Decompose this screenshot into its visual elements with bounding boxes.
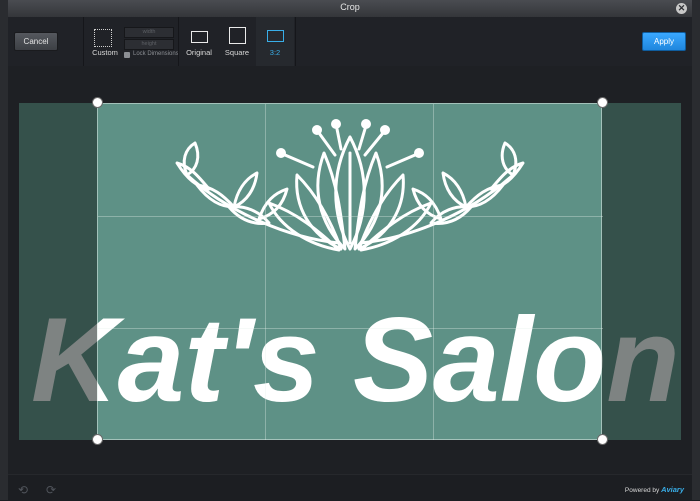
crop-mask-left: [19, 103, 97, 440]
square-ratio-icon: [229, 27, 246, 44]
grid-line-v2: [433, 104, 434, 440]
crop-canvas: Kat's Salon: [8, 66, 692, 474]
lock-dimensions-label: Lock Dimensions: [133, 51, 179, 57]
tool-square[interactable]: Square: [218, 17, 256, 66]
crop-toolbar: Cancel Custom width height Lock Dimensio…: [8, 17, 692, 67]
close-icon[interactable]: ✕: [676, 3, 687, 14]
tool-ratio-label: 3:2: [269, 48, 281, 57]
brand-logo: Aviary: [661, 485, 684, 494]
title-bar: Crop ✕: [8, 0, 692, 18]
crop-selection[interactable]: [97, 103, 603, 440]
grid-line-v1: [265, 104, 266, 440]
crop-handle-bottom-right[interactable]: [597, 434, 608, 445]
crop-handle-bottom-left[interactable]: [92, 434, 103, 445]
cancel-button[interactable]: Cancel: [14, 32, 58, 51]
crop-mask-right: [602, 103, 681, 440]
ratio-3-2-icon: [267, 30, 284, 42]
width-field[interactable]: width: [124, 27, 174, 38]
tool-original-label: Original: [186, 48, 212, 57]
tool-custom[interactable]: Custom width height Lock Dimensions: [84, 17, 179, 66]
divider: [295, 17, 296, 66]
tool-original[interactable]: Original: [180, 17, 218, 66]
powered-by: Powered by Aviary: [625, 485, 684, 494]
redo-arrow-icon[interactable]: ⟳: [46, 483, 56, 497]
crop-dialog: Crop ✕ Cancel Custom width height Lock D…: [8, 0, 692, 501]
crop-handle-top-right[interactable]: [597, 97, 608, 108]
image-preview: Kat's Salon: [19, 103, 681, 440]
grid-line-h1: [98, 216, 603, 217]
window-title: Crop: [340, 2, 360, 12]
bottom-bar: ⟲ ⟳ Powered by Aviary: [8, 474, 692, 501]
height-field[interactable]: height: [124, 39, 174, 50]
tool-square-label: Square: [224, 48, 250, 57]
custom-crop-icon: [94, 29, 112, 47]
lock-dimensions-checkbox[interactable]: [124, 52, 130, 58]
original-ratio-icon: [191, 31, 208, 43]
tool-ratio-3-2[interactable]: 3:2: [256, 17, 294, 66]
powered-by-label: Powered by: [624, 487, 660, 494]
tool-custom-label: Custom: [92, 48, 118, 57]
divider: [178, 17, 179, 66]
undo-arrow-icon[interactable]: ⟲: [18, 483, 28, 497]
grid-line-h2: [98, 328, 603, 329]
apply-button[interactable]: Apply: [642, 32, 686, 51]
crop-handle-top-left[interactable]: [92, 97, 103, 108]
